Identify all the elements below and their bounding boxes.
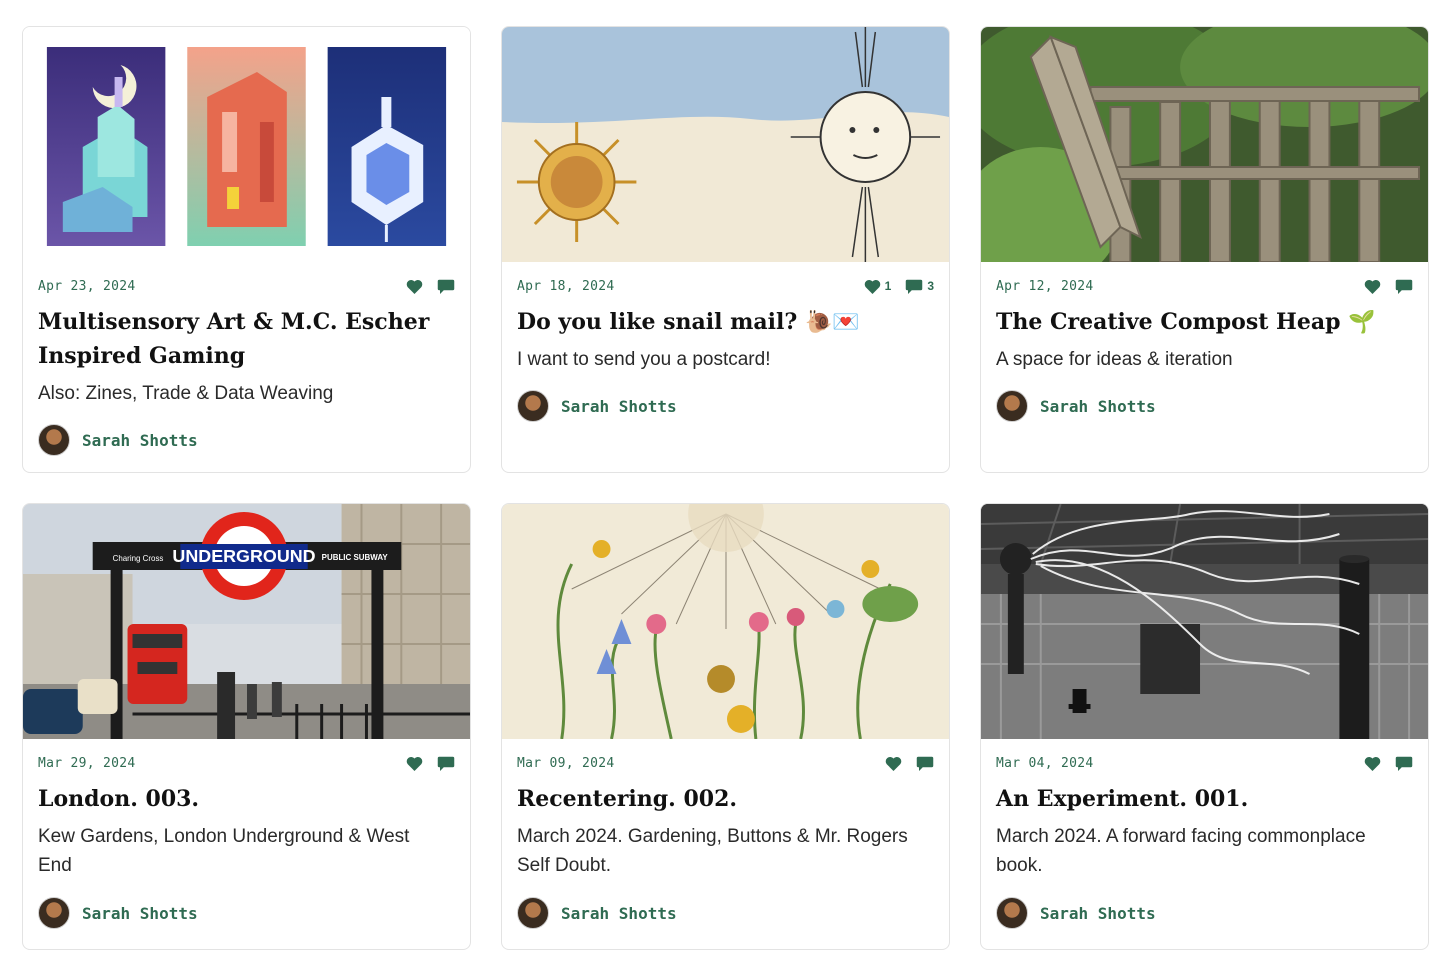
avatar (517, 390, 549, 422)
post-thumbnail[interactable] (23, 27, 470, 262)
like-button[interactable]: 1 (864, 279, 892, 294)
post-meta: Mar 09, 2024 (517, 753, 934, 773)
post-card[interactable]: Apr 23, 2024 Multisensory Art & M.C. Esc… (22, 26, 471, 473)
comment-button[interactable] (1395, 755, 1413, 772)
comment-icon (437, 756, 455, 771)
post-meta: Apr 18, 2024 1 3 (517, 276, 934, 296)
heart-icon (406, 756, 423, 771)
post-subtitle: March 2024. A forward facing commonplace… (996, 826, 1366, 876)
post-actions (1364, 755, 1413, 772)
comment-button[interactable] (437, 755, 455, 772)
comment-count: 3 (927, 279, 934, 293)
post-subtitle: A space for ideas & iteration (996, 349, 1233, 370)
heart-icon (1364, 279, 1381, 294)
heart-icon (885, 756, 902, 771)
like-button[interactable] (885, 756, 902, 771)
comment-icon (906, 279, 923, 294)
comment-icon (1395, 756, 1413, 771)
post-card[interactable]: Mar 09, 2024 Recentering. 002. March 202… (501, 503, 950, 950)
comment-button[interactable]: 3 (905, 278, 934, 295)
like-button[interactable] (406, 756, 423, 771)
comment-icon (916, 756, 934, 771)
author-name[interactable]: Sarah Shotts (1040, 397, 1156, 416)
post-card[interactable]: Charing Cross UNDERGROUND PUBLIC SUBWAY … (22, 503, 471, 950)
post-actions (406, 278, 455, 295)
post-date: Apr 18, 2024 (517, 278, 615, 294)
post-meta: Mar 29, 2024 (38, 753, 455, 773)
post-card[interactable]: Apr 18, 2024 1 3 Do you like snail mail?… (501, 26, 950, 473)
avatar (38, 897, 70, 929)
comment-button[interactable] (1395, 278, 1413, 295)
heart-icon (864, 279, 880, 294)
like-button[interactable] (406, 279, 423, 294)
post-actions (1364, 278, 1413, 295)
post-thumbnail[interactable] (502, 27, 949, 262)
like-button[interactable] (1364, 279, 1381, 294)
post-thumbnail[interactable] (502, 504, 949, 739)
author-name[interactable]: Sarah Shotts (1040, 904, 1156, 923)
post-title[interactable]: Do you like snail mail? 🐌💌 (517, 305, 929, 339)
post-date: Apr 12, 2024 (996, 278, 1094, 294)
post-thumbnail[interactable]: Charing Cross UNDERGROUND PUBLIC SUBWAY (23, 504, 470, 739)
post-grid: Apr 23, 2024 Multisensory Art & M.C. Esc… (0, 0, 1456, 971)
post-thumbnail[interactable] (981, 27, 1428, 262)
post-author[interactable]: Sarah Shotts (517, 390, 677, 422)
post-card[interactable]: Mar 04, 2024 An Experiment. 001. March 2… (980, 503, 1429, 950)
post-date: Mar 09, 2024 (517, 755, 615, 771)
sign-center-text: UNDERGROUND (172, 546, 315, 566)
post-author[interactable]: Sarah Shotts (996, 897, 1156, 929)
post-meta: Apr 12, 2024 (996, 276, 1413, 296)
post-actions (406, 755, 455, 772)
author-name[interactable]: Sarah Shotts (561, 904, 677, 923)
avatar (517, 897, 549, 929)
post-meta: Apr 23, 2024 (38, 276, 455, 296)
post-subtitle: Kew Gardens, London Underground & West E… (38, 826, 410, 876)
post-author[interactable]: Sarah Shotts (517, 897, 677, 929)
like-count: 1 (884, 279, 892, 293)
comment-button[interactable] (916, 755, 934, 772)
post-thumbnail[interactable] (981, 504, 1428, 739)
post-subtitle: March 2024. Gardening, Buttons & Mr. Rog… (517, 826, 908, 876)
post-author[interactable]: Sarah Shotts (996, 390, 1156, 422)
post-author[interactable]: Sarah Shotts (38, 897, 198, 929)
post-date: Apr 23, 2024 (38, 278, 136, 294)
author-name[interactable]: Sarah Shotts (82, 904, 198, 923)
post-title[interactable]: Recentering. 002. (517, 782, 929, 816)
avatar (996, 897, 1028, 929)
post-title[interactable]: Multisensory Art & M.C. Escher Inspired … (38, 305, 450, 373)
post-meta: Mar 04, 2024 (996, 753, 1413, 773)
post-date: Mar 04, 2024 (996, 755, 1094, 771)
heart-icon (406, 279, 423, 294)
post-actions (885, 755, 934, 772)
post-title[interactable]: London. 003. (38, 782, 450, 816)
sign-left-text: Charing Cross (113, 554, 164, 563)
comment-button[interactable] (437, 278, 455, 295)
post-author[interactable]: Sarah Shotts (38, 424, 198, 456)
post-card[interactable]: Apr 12, 2024 The Creative Compost Heap 🌱… (980, 26, 1429, 473)
avatar (38, 424, 70, 456)
post-title[interactable]: An Experiment. 001. (996, 782, 1408, 816)
post-subtitle: Also: Zines, Trade & Data Weaving (38, 383, 334, 404)
comment-icon (1395, 279, 1413, 294)
post-subtitle: I want to send you a postcard! (517, 349, 771, 370)
heart-icon (1364, 756, 1381, 771)
sign-right-text: PUBLIC SUBWAY (322, 553, 389, 562)
like-button[interactable] (1364, 756, 1381, 771)
post-date: Mar 29, 2024 (38, 755, 136, 771)
post-title[interactable]: The Creative Compost Heap 🌱 (996, 305, 1408, 339)
post-actions: 1 3 (864, 278, 934, 295)
author-name[interactable]: Sarah Shotts (561, 397, 677, 416)
comment-icon (437, 279, 455, 294)
author-name[interactable]: Sarah Shotts (82, 431, 198, 450)
avatar (996, 390, 1028, 422)
